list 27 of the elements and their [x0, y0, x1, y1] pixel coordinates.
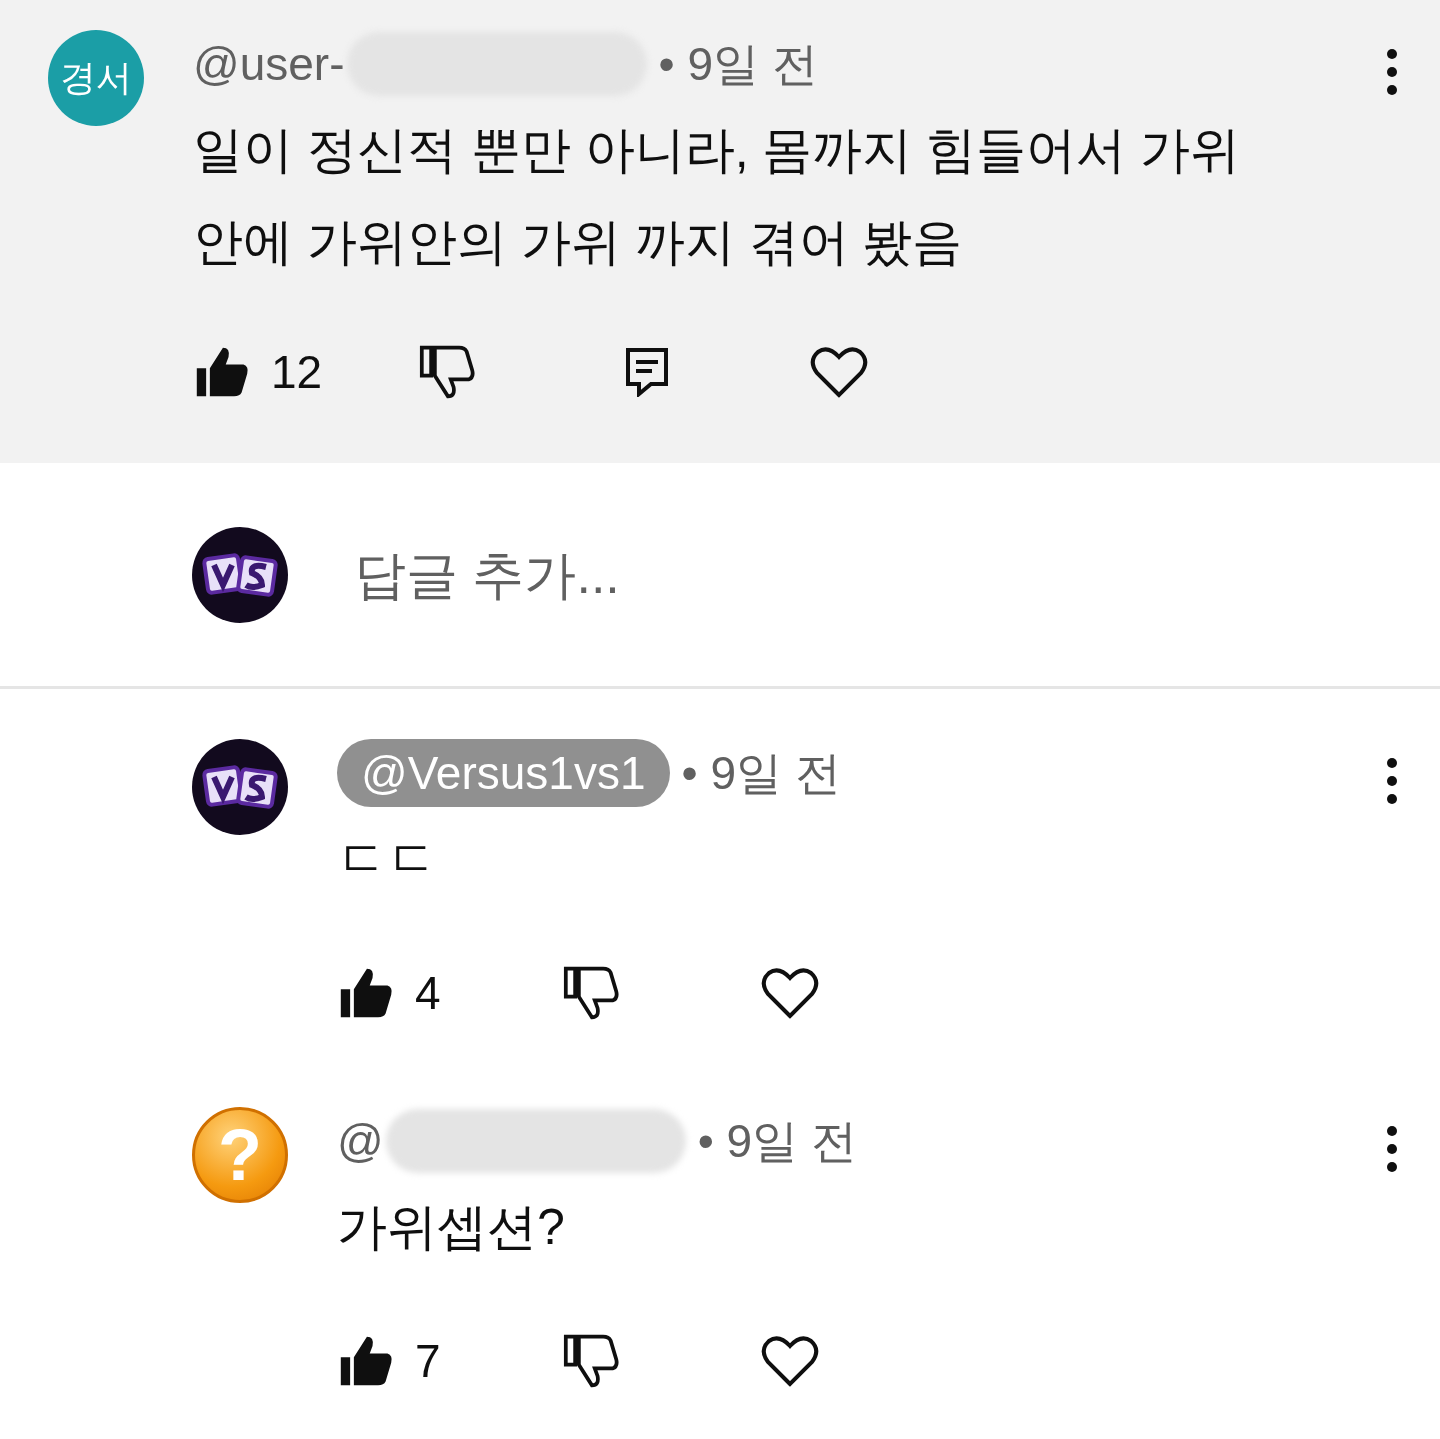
reply-input-field[interactable]: 답글 추가... — [354, 534, 1254, 615]
reply-icon[interactable] — [625, 347, 669, 397]
comment-text: 일이 정신적 뿐만 아니라, 몸까지 힘들어서 가위안에 가위안의 가위 까지 겪어 봤음 — [193, 121, 1242, 272]
dislike-icon[interactable] — [562, 1333, 620, 1389]
more-options-icon[interactable] — [1386, 1125, 1398, 1173]
heart-icon[interactable] — [761, 1334, 819, 1388]
comment-time: • 9일 전 — [697, 1113, 857, 1169]
comment-text: ㄷㄷ — [337, 830, 438, 889]
heart-icon[interactable] — [761, 966, 819, 1020]
author-name[interactable]: @ — [337, 1106, 384, 1176]
like-count: 4 — [415, 965, 441, 1021]
heart-icon[interactable] — [810, 345, 868, 399]
comment-time: • 9일 전 — [681, 745, 841, 801]
like-count: 12 — [271, 344, 323, 400]
comment-text: 가위셉션? — [337, 1198, 566, 1257]
author-name[interactable]: @user- — [193, 29, 345, 99]
user-avatar[interactable]: ? — [192, 1107, 288, 1203]
author-name[interactable]: @Versus1vs1 — [337, 739, 670, 807]
user-avatar[interactable]: 경서 — [48, 30, 144, 126]
dislike-icon[interactable] — [418, 344, 476, 400]
channel-logo-icon[interactable] — [192, 739, 288, 835]
more-options-icon[interactable] — [1386, 757, 1398, 805]
like-count: 7 — [415, 1333, 441, 1389]
more-options-icon[interactable] — [1386, 48, 1398, 96]
comment-time: • 9일 전 — [658, 36, 818, 92]
dislike-icon[interactable] — [562, 965, 620, 1021]
channel-logo-icon[interactable] — [192, 526, 288, 623]
